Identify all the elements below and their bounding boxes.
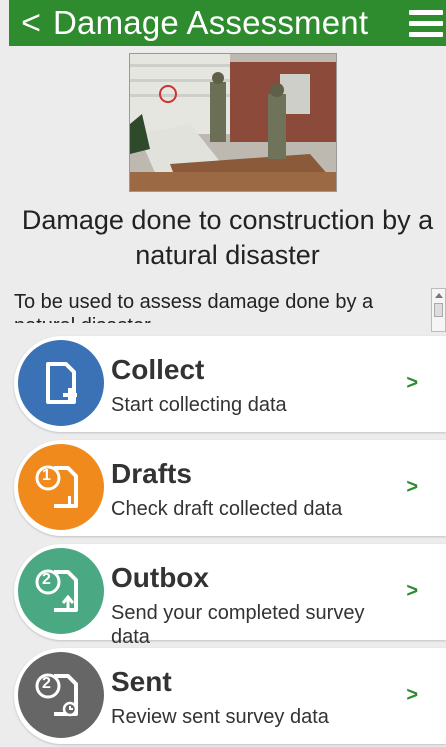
sent-count-badge: 2 [42, 675, 51, 692]
survey-photo [129, 53, 337, 192]
sent-button[interactable]: 2 Sent Review sent survey data > [14, 648, 446, 744]
sent-title: Sent [111, 666, 172, 697]
back-button[interactable]: < [9, 0, 53, 46]
app-header: < Damage Assessment [9, 0, 446, 46]
drafts-subtitle: Check draft collected data [111, 498, 343, 520]
outbox-title: Outbox [111, 562, 209, 593]
hamburger-menu-icon[interactable] [406, 0, 446, 46]
chevron-right-icon: > [406, 580, 418, 602]
sent-icon: 2 [18, 652, 104, 738]
sent-subtitle: Review sent survey data [111, 706, 329, 728]
chevron-right-icon: > [406, 372, 418, 394]
collect-icon [18, 340, 104, 426]
chevron-right-icon: > [406, 476, 418, 498]
collect-subtitle: Start collecting data [111, 394, 287, 416]
survey-description: To be used to assess damage done by a na… [14, 291, 374, 323]
survey-headline: Damage done to construction by a natural… [21, 205, 434, 270]
scroll-up-icon[interactable] [434, 293, 443, 298]
drafts-title: Drafts [111, 458, 192, 489]
scroll-thumb[interactable] [434, 303, 443, 317]
drafts-count-badge: 1 [42, 467, 51, 484]
outbox-button[interactable]: 2 Outbox Send your completed survey data… [14, 544, 446, 648]
outbox-count-badge: 2 [42, 571, 51, 588]
outbox-subtitle: Send your completed survey data [111, 602, 365, 648]
drafts-icon: 1 [18, 444, 104, 530]
chevron-right-icon: > [406, 684, 418, 706]
outbox-icon: 2 [18, 548, 104, 634]
page-title: Damage Assessment [53, 4, 369, 41]
drafts-button[interactable]: 1 Drafts Check draft collected data > [14, 440, 446, 536]
collect-button[interactable]: Collect Start collecting data > [14, 336, 446, 432]
collect-title: Collect [111, 354, 205, 385]
description-scrollbar[interactable] [431, 288, 446, 332]
